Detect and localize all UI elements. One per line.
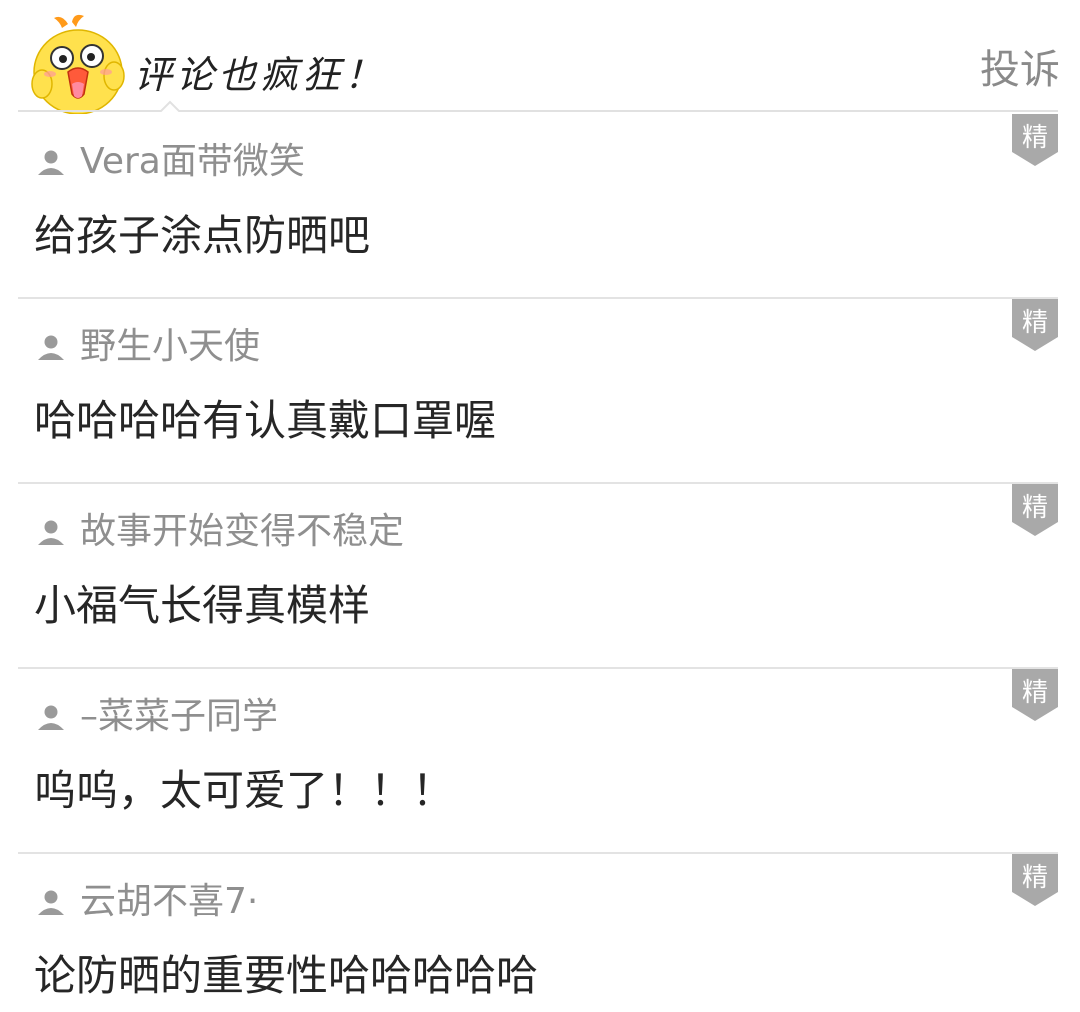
complain-button[interactable]: 投诉	[980, 44, 1060, 96]
svg-text:精: 精	[1022, 308, 1048, 338]
comments-page: 评论也疯狂！ 投诉 精 Vera面带微笑 给孩子涂点防晒吧 精 野生小天使 哈哈…	[0, 0, 1080, 1012]
user-icon	[38, 520, 64, 545]
comment-divider	[18, 297, 1058, 299]
comment-user-row[interactable]: 故事开始变得不稳定	[36, 510, 404, 554]
comment-item: 精 野生小天使 哈哈哈哈有认真戴口罩喔	[0, 297, 1080, 482]
comment-divider	[18, 482, 1058, 484]
comment-username[interactable]: Vera面带微笑	[80, 140, 305, 184]
comment-user-row[interactable]: –菜菜子同学	[36, 695, 278, 739]
comment-username[interactable]: 故事开始变得不稳定	[80, 510, 404, 554]
featured-badge-icon: 精	[1012, 299, 1058, 351]
user-icon	[38, 335, 64, 360]
user-icon	[38, 890, 64, 915]
comment-username[interactable]: –菜菜子同学	[80, 695, 278, 739]
comment-item: 精 –菜菜子同学 呜呜，太可爱了！！！	[0, 667, 1080, 852]
comment-text: 小福气长得真模样	[34, 581, 371, 630]
comment-item: 精 云胡不喜7· 论防晒的重要性哈哈哈哈哈	[0, 852, 1080, 1012]
comment-item: 精 故事开始变得不稳定 小福气长得真模样	[0, 482, 1080, 667]
comment-divider	[18, 667, 1058, 669]
comments-header: 评论也疯狂！ 投诉	[0, 0, 1080, 114]
user-icon	[38, 150, 64, 175]
comment-text: 给孩子涂点防晒吧	[34, 211, 371, 260]
featured-badge-icon: 精	[1012, 669, 1058, 721]
svg-text:精: 精	[1022, 678, 1048, 708]
comment-user-row[interactable]: Vera面带微笑	[36, 140, 305, 184]
comment-text: 呜呜，太可爱了！！！	[34, 766, 455, 815]
chick-mascot-icon	[31, 14, 125, 114]
featured-badge-icon: 精	[1012, 484, 1058, 536]
comment-username[interactable]: 野生小天使	[80, 325, 260, 369]
header-title: 评论也疯狂！	[134, 53, 387, 97]
comment-text: 哈哈哈哈有认真戴口罩喔	[34, 396, 497, 445]
comment-user-row[interactable]: 云胡不喜7·	[36, 880, 258, 924]
comment-username[interactable]: 云胡不喜7·	[80, 880, 258, 924]
svg-text:精: 精	[1022, 123, 1048, 153]
comment-user-row[interactable]: 野生小天使	[36, 325, 260, 369]
svg-text:精: 精	[1022, 863, 1048, 893]
comment-divider	[18, 852, 1058, 854]
featured-badge-icon: 精	[1012, 114, 1058, 166]
comment-item: 精 Vera面带微笑 给孩子涂点防晒吧	[0, 112, 1080, 297]
header-pointer-notch	[160, 100, 180, 112]
featured-badge-icon: 精	[1012, 854, 1058, 906]
comment-list: 精 Vera面带微笑 给孩子涂点防晒吧 精 野生小天使 哈哈哈哈有认真戴口罩喔 …	[0, 112, 1080, 1012]
comment-text: 论防晒的重要性哈哈哈哈哈	[34, 951, 539, 1000]
user-icon	[38, 705, 64, 730]
svg-text:精: 精	[1022, 493, 1048, 523]
